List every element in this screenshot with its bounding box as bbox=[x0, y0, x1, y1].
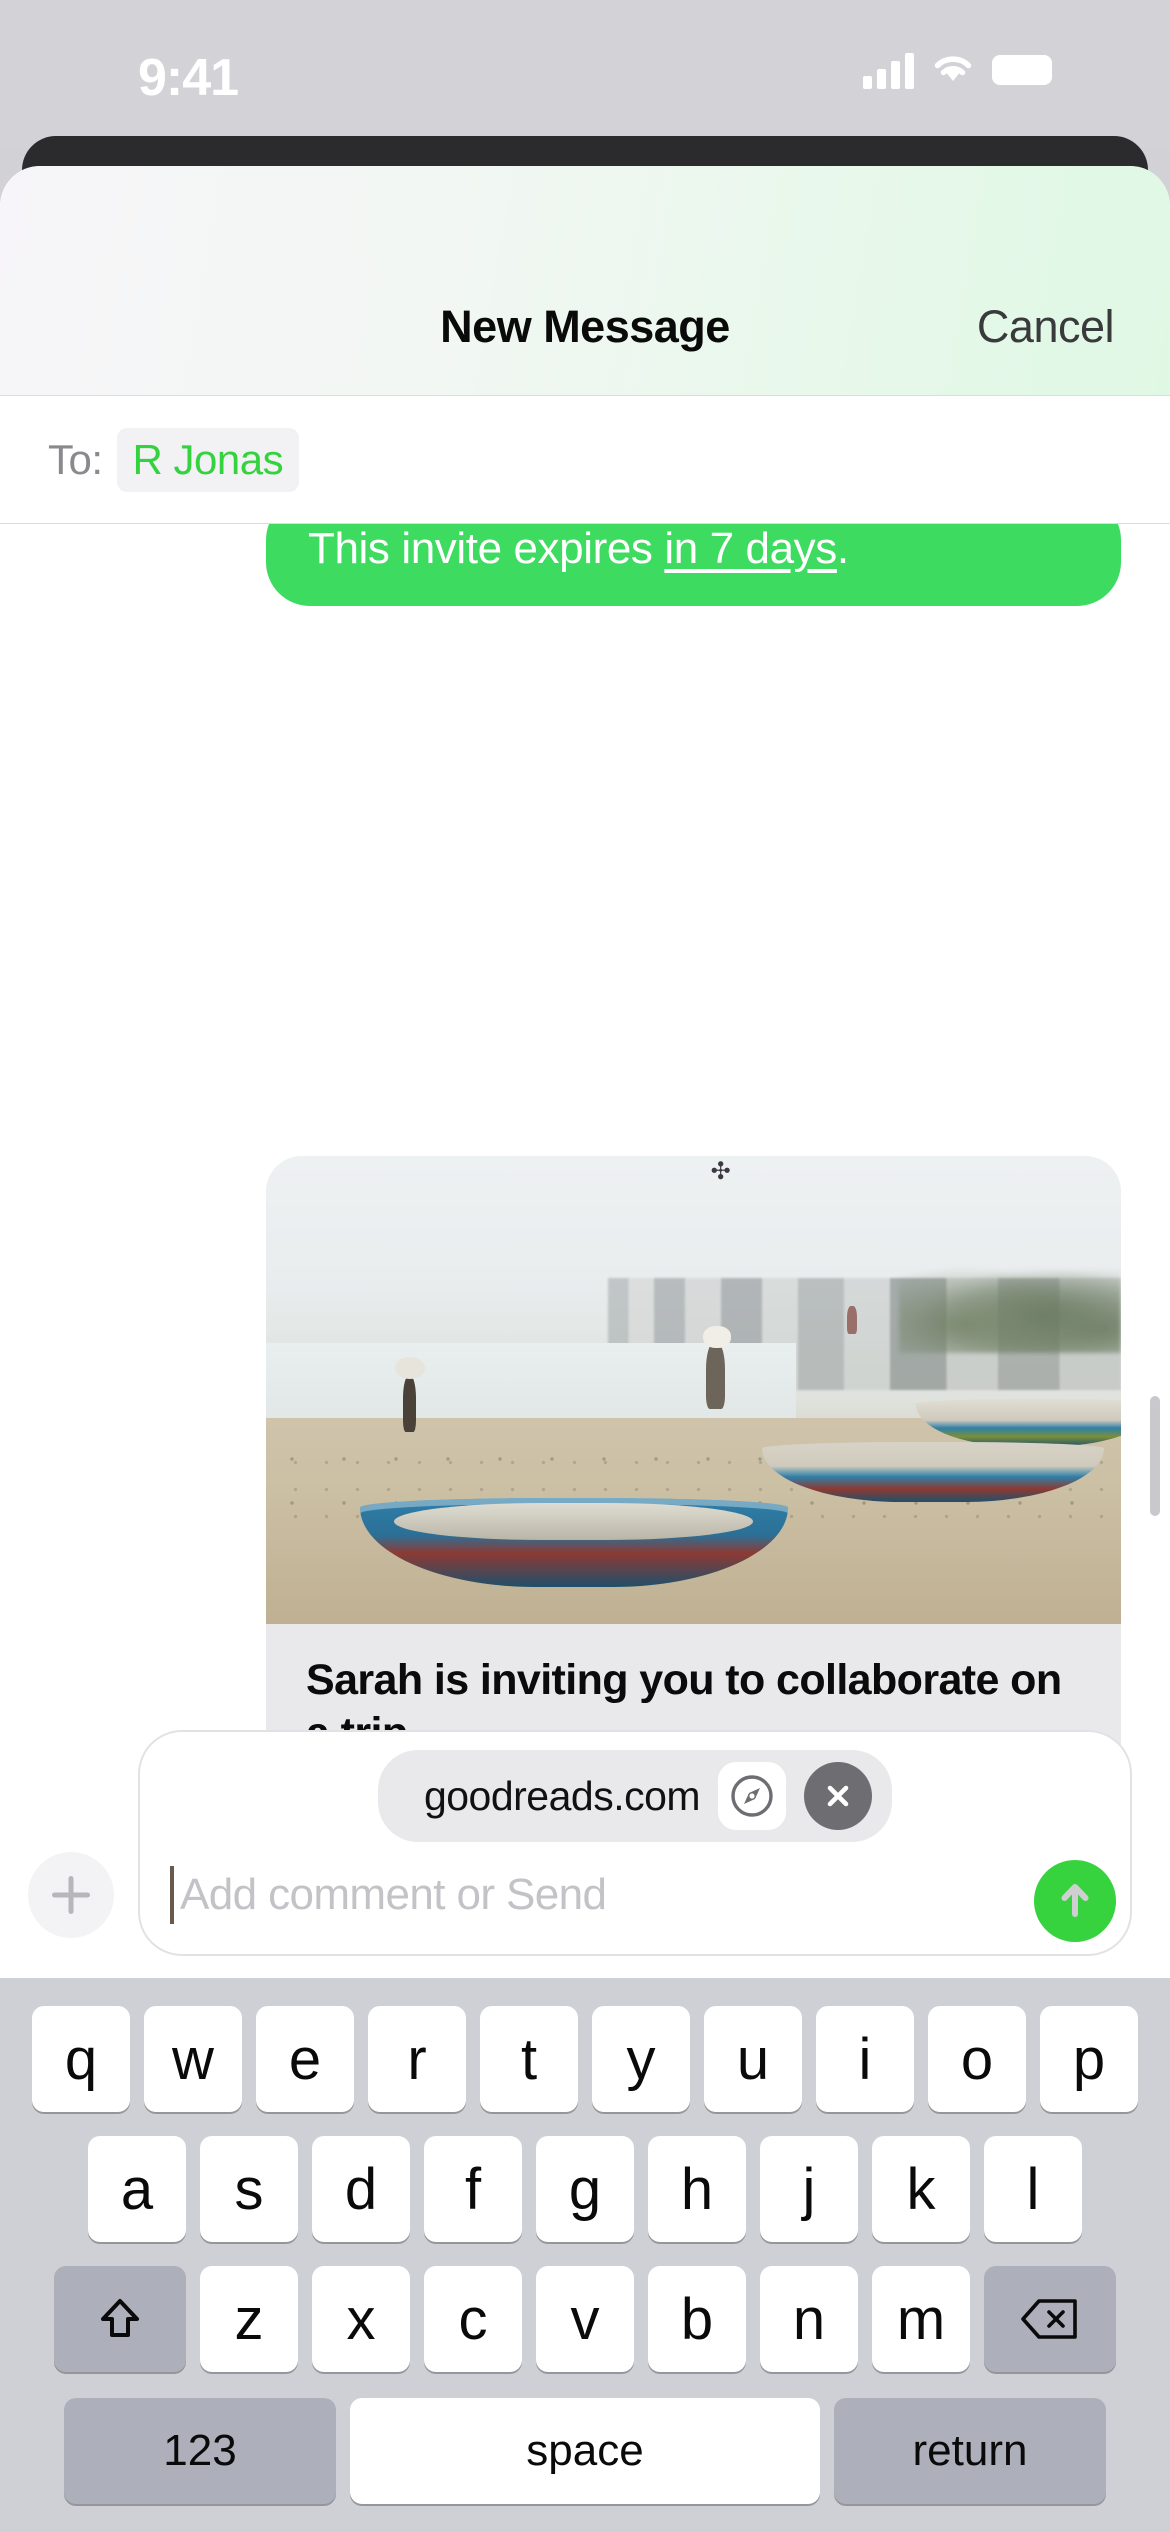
keyboard-row-4: 123 space return bbox=[0, 2372, 1170, 2504]
key-c[interactable]: c bbox=[424, 2266, 522, 2372]
cellular-signal-icon bbox=[863, 51, 914, 89]
key-f[interactable]: f bbox=[424, 2136, 522, 2242]
bird-icon: ✣ bbox=[710, 1158, 731, 1186]
composer-text-field[interactable]: Add comment or Send bbox=[158, 1856, 1112, 1934]
url-attachment-chip[interactable]: goodreads.com bbox=[377, 1750, 893, 1842]
key-s[interactable]: s bbox=[200, 2136, 298, 2242]
key-h[interactable]: h bbox=[648, 2136, 746, 2242]
navigation-bar: New Message Cancel bbox=[0, 166, 1170, 396]
keyboard-row-1: q w e r t y u i o p bbox=[0, 1978, 1170, 2112]
key-z[interactable]: z bbox=[200, 2266, 298, 2372]
link-preview-card[interactable]: ✣ Sarah is inviting you to collaborate o… bbox=[266, 1156, 1121, 1804]
keyboard-row-3: z x c v b n m bbox=[0, 2242, 1170, 2372]
recipient-field[interactable]: To: R Jonas bbox=[0, 396, 1170, 524]
key-n[interactable]: n bbox=[760, 2266, 858, 2372]
key-m[interactable]: m bbox=[872, 2266, 970, 2372]
key-u[interactable]: u bbox=[704, 2006, 802, 2112]
bubble-text-before: This invite expires bbox=[308, 524, 665, 573]
conversation-area: This invite expires in 7 days. ✣ Sarah i… bbox=[0, 524, 1170, 1804]
shift-arrow-up-icon[interactable] bbox=[54, 2266, 186, 2372]
cancel-button[interactable]: Cancel bbox=[977, 301, 1115, 353]
new-message-sheet: New Message Cancel To: R Jonas This invi… bbox=[0, 166, 1170, 2532]
return-key[interactable]: return bbox=[834, 2398, 1106, 2504]
key-p[interactable]: p bbox=[1040, 2006, 1138, 2112]
recipient-label: To: bbox=[48, 435, 103, 483]
phone-screen: 9:41 New Message Cancel To: R Jonas This… bbox=[0, 0, 1170, 2532]
status-bar-indicators bbox=[863, 50, 1052, 89]
key-i[interactable]: i bbox=[816, 2006, 914, 2112]
wifi-icon bbox=[930, 50, 976, 89]
scrollbar[interactable] bbox=[1150, 1396, 1160, 1516]
message-composer: goodreads.com Add comment or Send bbox=[0, 1730, 1170, 1978]
key-e[interactable]: e bbox=[256, 2006, 354, 2112]
link-preview-image: ✣ bbox=[266, 1156, 1121, 1624]
bubble-text-link[interactable]: in 7 days bbox=[664, 524, 837, 573]
on-screen-keyboard: q w e r t y u i o p a s d f g h j k l z … bbox=[0, 1978, 1170, 2532]
safari-compass-icon[interactable] bbox=[718, 1762, 787, 1830]
person-far bbox=[847, 1305, 857, 1334]
battery-icon bbox=[992, 54, 1052, 85]
backspace-delete-icon[interactable] bbox=[984, 2266, 1116, 2372]
outgoing-message-bubble[interactable]: This invite expires in 7 days. bbox=[266, 524, 1121, 606]
key-w[interactable]: w bbox=[144, 2006, 242, 2112]
send-button[interactable] bbox=[1034, 1860, 1116, 1942]
url-chip-label: goodreads.com bbox=[423, 1772, 701, 1819]
key-d[interactable]: d bbox=[312, 2136, 410, 2242]
recipient-chip[interactable]: R Jonas bbox=[116, 427, 300, 492]
key-g[interactable]: g bbox=[536, 2136, 634, 2242]
key-y[interactable]: y bbox=[592, 2006, 690, 2112]
status-bar: 9:41 bbox=[0, 0, 1170, 150]
space-key[interactable]: space bbox=[350, 2398, 820, 2504]
key-k[interactable]: k bbox=[872, 2136, 970, 2242]
person-left bbox=[394, 1356, 425, 1433]
text-caret bbox=[170, 1866, 174, 1924]
attachment-chip-row: goodreads.com bbox=[158, 1750, 1112, 1842]
composer-input-container[interactable]: goodreads.com Add comment or Send bbox=[138, 1730, 1132, 1956]
numbers-key[interactable]: 123 bbox=[64, 2398, 336, 2504]
bubble-text-after: . bbox=[836, 524, 849, 573]
key-a[interactable]: a bbox=[88, 2136, 186, 2242]
plus-icon[interactable] bbox=[28, 1852, 114, 1938]
composer-placeholder: Add comment or Send bbox=[180, 1870, 607, 1919]
keyboard-row-2: a s d f g h j k l bbox=[0, 2112, 1170, 2242]
key-o[interactable]: o bbox=[928, 2006, 1026, 2112]
close-x-icon[interactable] bbox=[804, 1762, 873, 1830]
key-j[interactable]: j bbox=[760, 2136, 858, 2242]
person-center bbox=[702, 1326, 731, 1409]
status-bar-time: 9:41 bbox=[138, 49, 239, 107]
key-t[interactable]: t bbox=[480, 2006, 578, 2112]
key-x[interactable]: x bbox=[312, 2266, 410, 2372]
key-q[interactable]: q bbox=[32, 2006, 130, 2112]
key-b[interactable]: b bbox=[648, 2266, 746, 2372]
keyboard-utility-row bbox=[0, 2504, 1170, 2532]
key-r[interactable]: r bbox=[368, 2006, 466, 2112]
key-v[interactable]: v bbox=[536, 2266, 634, 2372]
key-l[interactable]: l bbox=[984, 2136, 1082, 2242]
